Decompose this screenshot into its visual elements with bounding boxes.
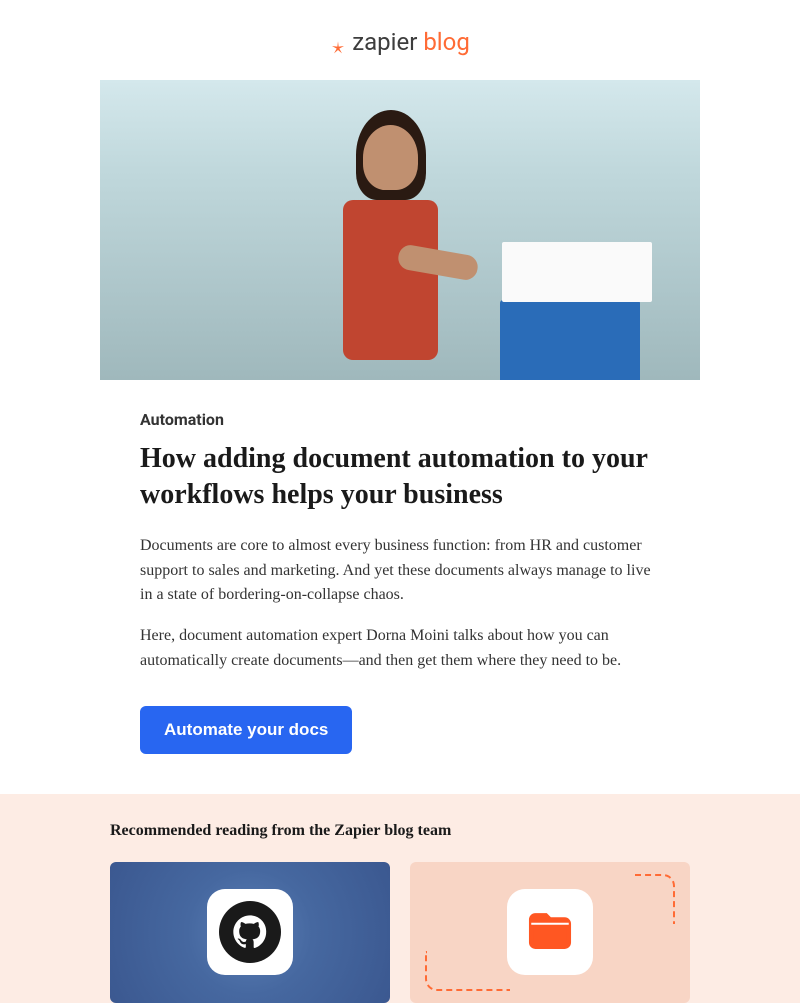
article-paragraph: Documents are core to almost every busin… xyxy=(140,534,660,608)
decorative-line xyxy=(425,951,510,991)
app-badge xyxy=(507,889,593,975)
article-content: Automation How adding document automatio… xyxy=(140,380,660,794)
recommended-title: Recommended reading from the Zapier blog… xyxy=(110,822,690,840)
github-icon xyxy=(219,901,281,963)
recommended-card[interactable] xyxy=(410,862,690,1003)
app-badge xyxy=(207,889,293,975)
logo-brand-text: zapier xyxy=(352,28,417,56)
zapier-icon xyxy=(330,34,346,50)
header: zapier blog xyxy=(0,0,800,80)
article-category: Automation xyxy=(140,410,660,429)
cta-button[interactable]: Automate your docs xyxy=(140,706,352,754)
recommended-cards xyxy=(110,862,690,1003)
recommended-section: Recommended reading from the Zapier blog… xyxy=(0,794,800,1003)
hero-person-illustration xyxy=(328,110,448,380)
logo-sub-text: blog xyxy=(423,28,469,56)
decorative-line xyxy=(635,874,675,924)
article-paragraph: Here, document automation expert Dorna M… xyxy=(140,624,660,674)
hero-image[interactable] xyxy=(100,80,700,380)
article-title[interactable]: How adding document automation to your w… xyxy=(140,441,660,514)
logo[interactable]: zapier blog xyxy=(330,28,470,56)
folder-icon xyxy=(525,905,575,959)
recommended-card[interactable] xyxy=(110,862,390,1003)
